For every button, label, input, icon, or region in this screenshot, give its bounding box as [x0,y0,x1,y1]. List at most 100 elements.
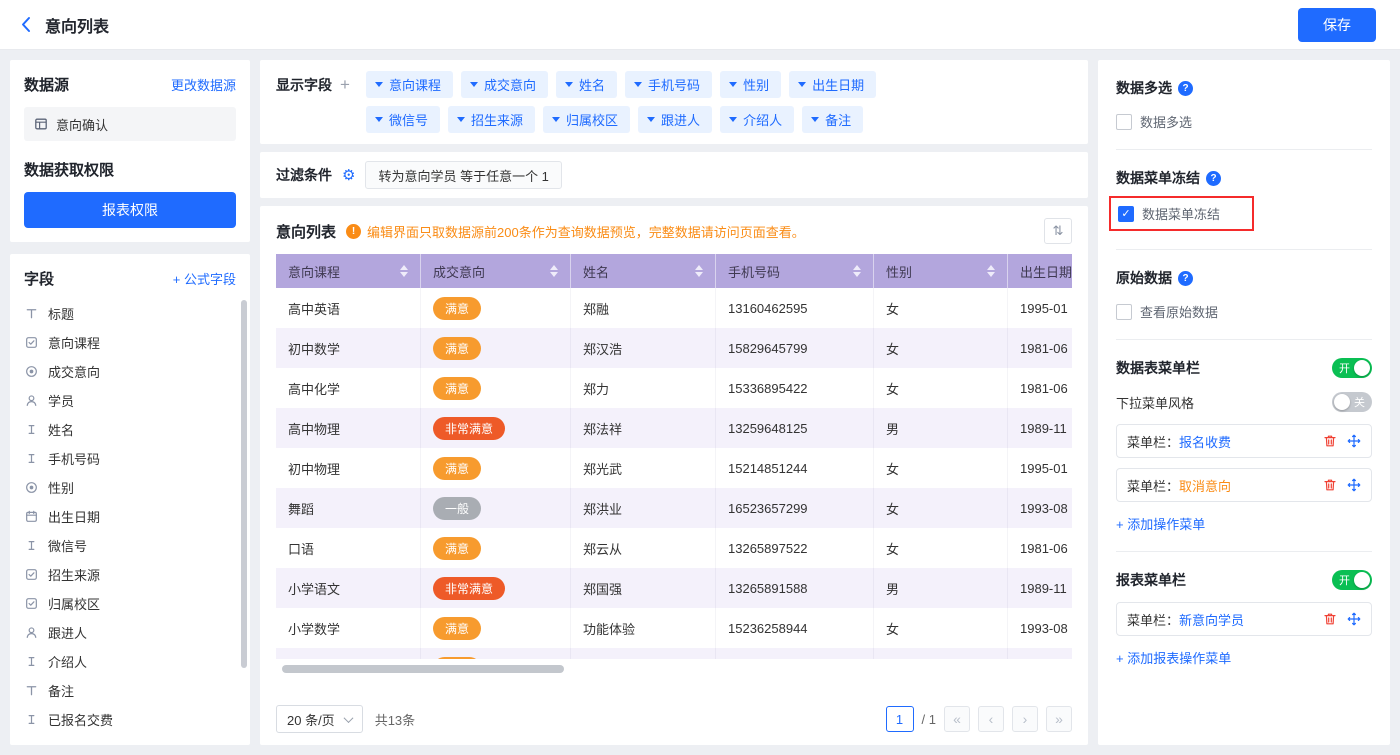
field-item[interactable]: 介绍人 [24,647,236,676]
menu-bar-item-value[interactable]: 新意向学员 [1179,613,1244,628]
field-item[interactable]: 学员 [24,386,236,415]
display-field-chip[interactable]: 备注 [802,106,863,133]
table-row[interactable]: 高中英语满意郑融13160462595女1995-01 [276,288,1072,328]
sort-arrows-icon[interactable] [695,265,703,277]
chip-label: 手机号码 [648,75,700,94]
table-menu-toggle[interactable]: 开 [1332,358,1372,378]
display-field-chip[interactable]: 意向课程 [366,71,453,98]
table-cell: 16523657299 [716,488,874,528]
sort-arrows-icon[interactable] [400,265,408,277]
add-formula-field-link[interactable]: + 公式字段 [173,269,236,288]
field-item[interactable]: 标题 [24,299,236,328]
select-icon [24,597,39,610]
sort-arrows-icon[interactable] [987,265,995,277]
display-fields-label: 显示字段 [276,75,332,95]
sort-arrows-icon[interactable] [550,265,558,277]
page-size-select[interactable]: 20 条/页 [276,705,363,733]
field-item[interactable]: 跟进人 [24,618,236,647]
last-page-button[interactable]: » [1046,706,1072,732]
column-header[interactable]: 意向课程 [276,254,421,288]
display-field-chip[interactable]: 姓名 [556,71,617,98]
display-field-chip[interactable]: 手机号码 [625,71,712,98]
add-report-menu-link[interactable]: + 添加报表操作菜单 [1116,648,1231,667]
first-page-button[interactable]: « [944,706,970,732]
dropdown-style-toggle[interactable]: 关 [1332,392,1372,412]
field-item[interactable]: 意向课程 [24,328,236,357]
table-row[interactable]: 小学语文非常满意郑国强13265891588男1989-11 [276,568,1072,608]
field-item[interactable]: 手机号码 [24,444,236,473]
menu-bar-item-value[interactable]: 报名收费 [1179,435,1231,450]
field-item[interactable]: 成交意向 [24,357,236,386]
report-menu-items: 菜单栏：新意向学员 [1116,602,1372,636]
back-button[interactable] [20,16,31,33]
field-item[interactable]: 归属校区 [24,589,236,618]
filter-condition-chip[interactable]: 转为意向学员 等于任意一个 1 [365,161,561,189]
column-header[interactable]: 性别 [874,254,1008,288]
display-field-chip[interactable]: 成交意向 [461,71,548,98]
column-header[interactable]: 成交意向 [421,254,571,288]
move-icon[interactable] [1347,478,1361,492]
table-sort-button[interactable]: ⇅ [1044,218,1072,244]
next-page-button[interactable]: › [1012,706,1038,732]
table-cell: 非常满意 [421,408,571,448]
sort-arrows-icon[interactable] [853,265,861,277]
move-icon[interactable] [1347,434,1361,448]
trash-icon[interactable] [1323,612,1337,626]
display-field-chip[interactable]: 招生来源 [448,106,535,133]
field-label: 跟进人 [48,623,87,642]
display-field-chip[interactable]: 微信号 [366,106,440,133]
horizontal-scrollbar-thumb[interactable] [282,665,564,673]
table-cell: 初中数学 [276,328,421,368]
display-field-chip[interactable]: 介绍人 [720,106,794,133]
multi-select-checkbox[interactable] [1116,114,1132,130]
intent-pill: 满意 [433,537,481,560]
table-row[interactable]: 小学数学满意功能体验15236258944女1993-08 [276,608,1072,648]
column-header[interactable]: 出生日期 [1008,254,1072,288]
field-item[interactable]: 备注 [24,676,236,705]
display-field-chip[interactable]: 跟进人 [638,106,712,133]
report-menu-toggle[interactable]: 开 [1332,570,1372,590]
datasource-item[interactable]: 意向确认 [24,107,236,141]
fields-scrollbar[interactable] [241,300,247,668]
trash-icon[interactable] [1323,478,1337,492]
display-field-chip[interactable]: 归属校区 [543,106,630,133]
display-field-chip[interactable]: 性别 [720,71,781,98]
add-action-menu-link[interactable]: + 添加操作菜单 [1116,514,1205,533]
add-display-field-button[interactable]: + [340,76,350,93]
field-item[interactable]: 已报名交费 [24,705,236,734]
help-icon[interactable]: ? [1178,271,1193,286]
prev-page-button[interactable]: ‹ [978,706,1004,732]
report-permission-button[interactable]: 报表权限 [24,192,236,228]
trash-icon[interactable] [1323,434,1337,448]
save-button[interactable]: 保存 [1298,8,1376,42]
current-page-input[interactable]: 1 [886,706,914,732]
table-row[interactable]: 高中化学满意郑力15336895422女1981-06 [276,368,1072,408]
display-field-chip[interactable]: 出生日期 [789,71,876,98]
move-icon[interactable] [1347,612,1361,626]
menu-bar-item-value[interactable]: 取消意向 [1179,479,1231,494]
table-row[interactable]: 初中数学满意郑汉浩15829645799女1981-06 [276,328,1072,368]
table-cell: 郑力 [571,368,716,408]
field-item[interactable]: 微信号 [24,531,236,560]
table-row[interactable]: 口语满意郑云从13265897522女1981-06 [276,528,1072,568]
table-row[interactable]: 舞蹈一般郑洪业16523657299女1993-08 [276,488,1072,528]
field-label: 归属校区 [48,594,100,613]
field-item[interactable]: 姓名 [24,415,236,444]
column-header[interactable]: 姓名 [571,254,716,288]
field-item[interactable]: 性别 [24,473,236,502]
raw-data-option[interactable]: 查看原始数据 [1116,302,1372,321]
chip-label: 备注 [825,110,851,129]
field-item[interactable]: 招生来源 [24,560,236,589]
raw-data-checkbox[interactable] [1116,304,1132,320]
change-datasource-link[interactable]: 更改数据源 [171,75,236,94]
freeze-menu-checkbox[interactable]: ✓ [1118,206,1134,222]
help-icon[interactable]: ? [1178,81,1193,96]
table-row[interactable]: 高中物理非常满意郑法祥13259648125男1989-11 [276,408,1072,448]
field-item[interactable]: 出生日期 [24,502,236,531]
help-icon[interactable]: ? [1206,171,1221,186]
multi-select-option[interactable]: 数据多选 [1116,112,1372,131]
table-row[interactable]: 满意 [276,648,1072,659]
table-row[interactable]: 初中物理满意郑光武15214851244女1995-01 [276,448,1072,488]
column-header[interactable]: 手机号码 [716,254,874,288]
filter-settings-gear-icon[interactable]: ⚙ [342,166,355,184]
